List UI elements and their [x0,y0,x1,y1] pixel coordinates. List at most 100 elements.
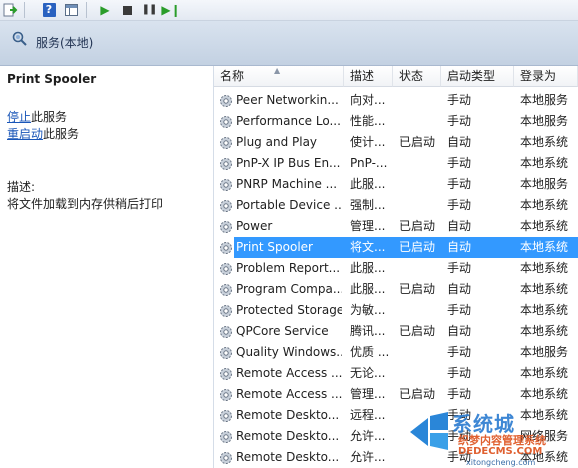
service-gear-icon [220,431,232,443]
service-gear-icon [220,95,232,107]
cell-logon: 本地系统 [520,303,569,317]
service-gear-icon [220,263,232,275]
cell-name: Remote Deskto... [236,408,340,422]
cell-status [399,111,441,132]
service-gear-icon [220,368,232,380]
cell-status [399,90,441,111]
cell-name: Quality Windows... [236,345,342,359]
cell-logon: 本地系统 [520,198,569,212]
cell-name: Problem Report... [236,261,341,275]
cell-startup: 自动 [447,135,472,149]
cell-name: Program Compa... [236,282,342,296]
cell-name: Remote Deskto... [236,450,340,464]
sort-ascending-icon: ▲ [274,66,281,75]
cell-name: Plug and Play [236,135,318,149]
table-row[interactable]: Remote Access ... 管理... 已启动 手动 本地系统 [214,384,578,405]
cell-status: 已启动 [399,135,436,149]
cell-status [399,363,441,384]
cell-desc: 将文... [350,240,386,254]
cell-logon: 本地服务 [520,345,569,359]
cell-desc: 管理... [350,387,386,401]
service-gear-icon [220,326,232,338]
cell-startup: 手动 [447,93,472,107]
stop-service-action: 停止此服务 [7,110,68,124]
cell-desc: 此服... [350,261,386,275]
cell-logon: 本地服务 [520,114,569,128]
cell-name: Remote Access ... [236,366,342,380]
table-row[interactable]: Program Compa... 此服... 已启动 自动 本地系统 [214,279,578,300]
table-row[interactable]: Portable Device ... 强制... 手动 本地系统 [214,195,578,216]
table-row[interactable]: Problem Report... 此服... 手动 本地系统 [214,258,578,279]
cell-desc: 强制... [350,198,386,212]
service-gear-icon [220,347,232,359]
table-row[interactable]: Protected Storage 为敏... 手动 本地系统 [214,300,578,321]
stop-service-icon[interactable] [118,1,136,19]
cell-desc: 向对... [350,93,386,107]
export-list-icon[interactable] [2,1,20,19]
cell-logon: 本地系统 [520,387,569,401]
cell-status [399,195,441,216]
table-row[interactable]: Remote Access ... 无论... 手动 本地系统 [214,363,578,384]
table-row[interactable]: Peer Networkin... 向对... 手动 本地服务 [214,90,578,111]
table-row[interactable]: Print Spooler 将文... 已启动 自动 本地系统 [214,237,578,258]
cell-startup: 手动 [447,156,472,170]
service-gear-icon [220,284,232,296]
cell-status [399,174,441,195]
column-header-startup-type[interactable]: 启动类型 [441,66,514,87]
table-row[interactable]: Performance Lo... 性能... 手动 本地服务 [214,111,578,132]
cell-desc: PnP-... [350,156,388,170]
pause-service-icon[interactable]: ❚❚ [140,1,158,19]
cell-startup: 自动 [447,324,472,338]
column-header-description[interactable]: 描述 [344,66,393,87]
cell-startup: 手动 [447,198,472,212]
table-row[interactable]: PNRP Machine ... 此服... 手动 本地服务 [214,174,578,195]
stop-service-link[interactable]: 停止 [7,110,31,124]
description-text: 将文件加载到内存供稍后打印 [7,197,164,211]
column-header-status[interactable]: 状态 [393,66,441,87]
extended-description-pane: Print Spooler 停止此服务 重启动此服务 描述: 将文件加载到内存供… [0,66,214,468]
cell-startup: 手动 [447,387,472,401]
show-hide-pane-icon[interactable] [62,1,80,19]
cell-startup: 自动 [447,219,472,233]
cell-desc: 此服... [350,282,386,296]
restart-service-link[interactable]: 重启动 [7,127,43,141]
cell-status [399,342,441,363]
cell-desc: 允许... [350,450,386,464]
table-row[interactable]: Quality Windows... 优质 ... 手动 本地服务 [214,342,578,363]
service-gear-icon [220,137,232,149]
cell-startup: 手动 [447,303,472,317]
services-icon [12,31,27,46]
column-header-logon-as[interactable]: 登录为 [514,66,578,87]
table-row[interactable]: QPCore Service 腾讯... 已启动 自动 本地系统 [214,321,578,342]
toolbar-divider [86,2,87,18]
table-row[interactable]: Plug and Play 使计... 已启动 自动 本地系统 [214,132,578,153]
cell-startup: 手动 [447,261,472,275]
cell-desc: 此服... [350,177,386,191]
cell-desc: 性能... [350,114,386,128]
cell-name: QPCore Service [236,324,329,338]
selected-service-name: Print Spooler [7,72,97,86]
help-icon[interactable]: ? [40,1,58,19]
toolbar-divider [24,2,25,18]
cell-logon: 本地系统 [520,366,569,380]
service-gear-icon [220,179,232,191]
service-gear-icon [220,452,232,464]
column-header-name[interactable]: ▲ 名称 [214,66,344,87]
service-gear-icon [220,158,232,170]
service-gear-icon [220,389,232,401]
cell-status: 已启动 [399,282,436,296]
cell-status: 已启动 [399,387,436,401]
description-label: 描述: [7,180,36,194]
cell-startup: 手动 [447,114,472,128]
cell-status: 已启动 [399,240,436,254]
table-row[interactable]: Power 管理... 已启动 自动 本地系统 [214,216,578,237]
cell-logon: 本地系统 [520,219,569,233]
service-gear-icon [220,242,232,254]
table-row[interactable]: PnP-X IP Bus En... PnP-... 手动 本地系统 [214,153,578,174]
cell-name: Power [236,219,273,233]
start-service-icon[interactable]: ▶ [96,1,114,19]
cell-status [399,153,441,174]
restart-service-icon[interactable]: ▶❙ [161,1,180,19]
service-gear-icon [220,116,232,128]
cell-logon: 本地系统 [520,324,569,338]
